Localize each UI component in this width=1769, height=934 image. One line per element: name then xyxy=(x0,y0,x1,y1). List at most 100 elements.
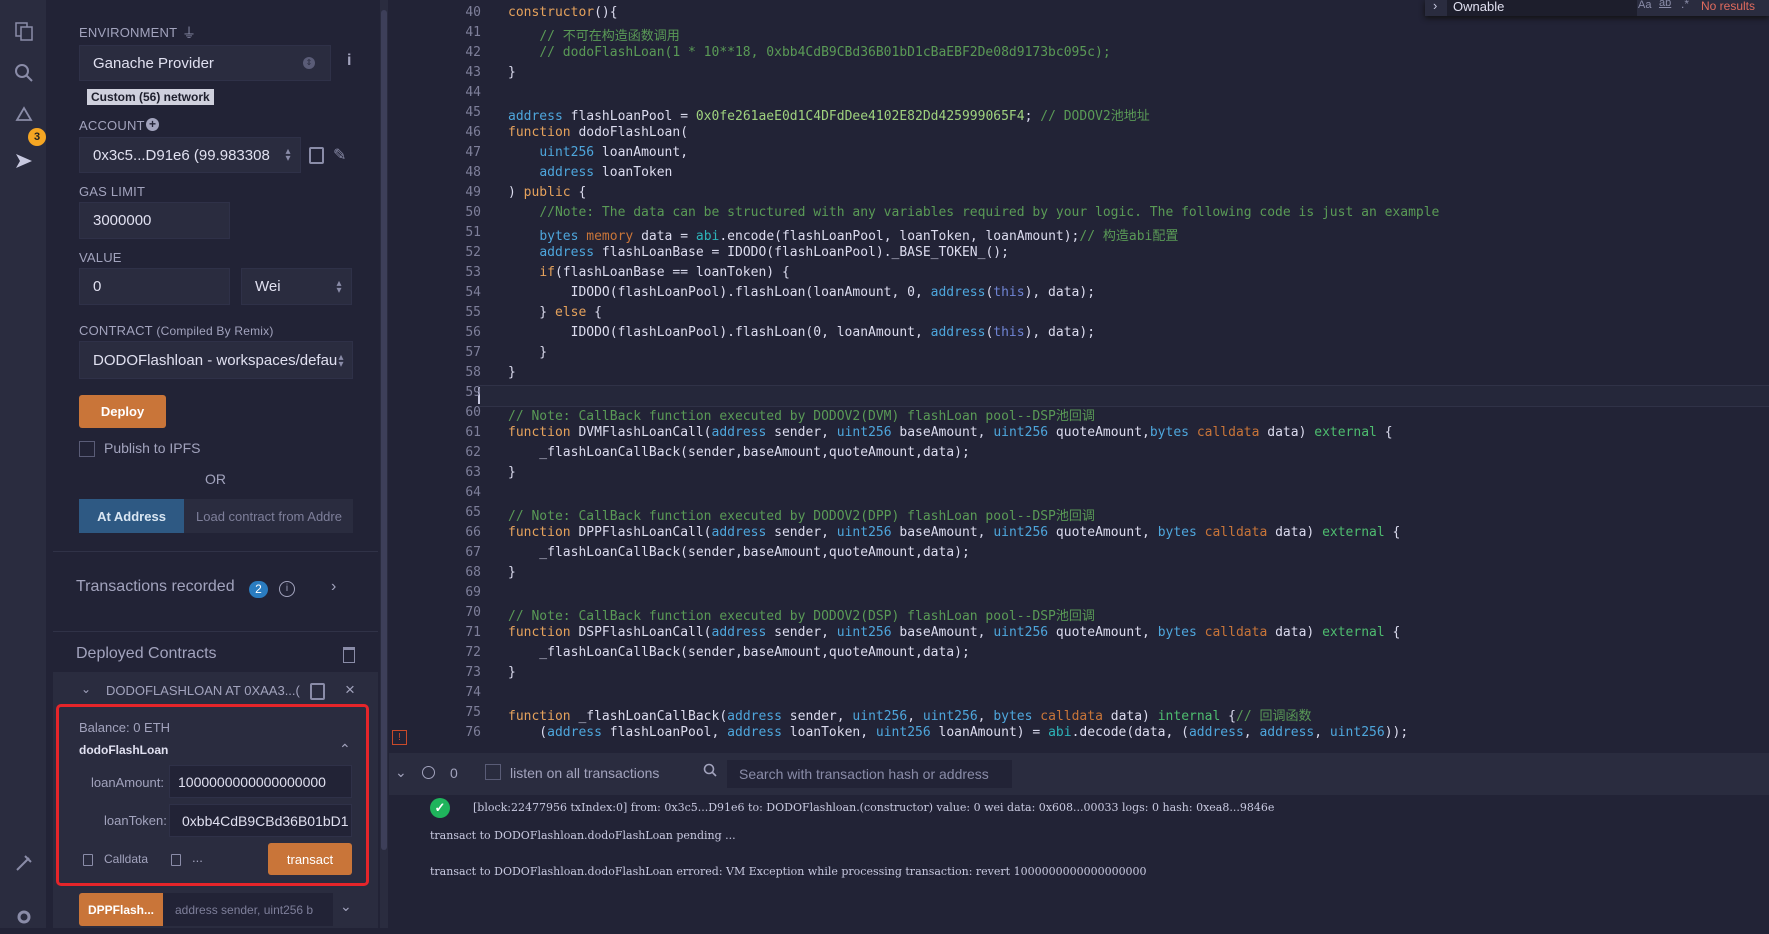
dppflash-params-input[interactable]: address sender, uint256 b xyxy=(163,893,333,926)
info-icon[interactable]: i xyxy=(347,52,351,70)
listen-checkbox[interactable] xyxy=(485,764,501,780)
gas-limit-input[interactable]: 3000000 xyxy=(79,202,230,239)
value-input[interactable]: 0 xyxy=(79,268,230,305)
copy-icon[interactable] xyxy=(309,147,324,164)
current-line-highlight xyxy=(478,385,1769,407)
code-line[interactable]: function dodoFlashLoan( xyxy=(508,125,688,140)
settings-icon[interactable] xyxy=(12,906,36,930)
code-line[interactable]: _flashLoanCallBack(sender,baseAmount,quo… xyxy=(508,545,969,560)
code-line[interactable]: } xyxy=(508,565,516,580)
code-line[interactable]: // Note: CallBack function executed by D… xyxy=(508,505,1095,524)
code-line[interactable]: } xyxy=(508,665,516,680)
code-line[interactable]: constructor(){ xyxy=(508,5,618,20)
code-line[interactable]: function DVMFlashLoanCall(address sender… xyxy=(508,425,1393,440)
find-input[interactable]: Ownable xyxy=(1447,0,1637,16)
info-icon[interactable]: i xyxy=(279,581,295,597)
find-widget: › Ownable Aa ab .* No results xyxy=(1425,0,1769,16)
terminal-search-input[interactable]: Search with transaction hash or address xyxy=(727,760,1012,788)
transactions-recorded-label[interactable]: Transactions recorded xyxy=(76,578,235,596)
trash-icon[interactable] xyxy=(343,647,355,663)
code-line[interactable]: address loanToken xyxy=(508,165,672,180)
code-line[interactable]: // Note: CallBack function executed by D… xyxy=(508,605,1095,624)
line-number: 67 xyxy=(465,545,481,560)
code-line[interactable]: function _flashLoanCallBack(address send… xyxy=(508,705,1311,724)
deploy-button[interactable]: Deploy xyxy=(79,395,166,428)
chevron-down-icon[interactable]: ⌄ xyxy=(340,898,352,915)
line-number: 48 xyxy=(465,165,481,180)
chevron-updown-icon: ▴ ▾ xyxy=(336,278,342,296)
panel-scrollbar[interactable] xyxy=(380,0,388,928)
check-circle-icon: ✓ xyxy=(430,798,450,818)
chevron-right-icon[interactable]: › xyxy=(331,578,336,596)
code-line[interactable]: } xyxy=(508,465,516,480)
code-line[interactable]: uint256 loanAmount, xyxy=(508,145,688,160)
contract-select[interactable]: DODOFlashloan - workspaces/defaul xyxy=(79,341,353,379)
line-number: 54 xyxy=(465,285,481,300)
clear-icon[interactable] xyxy=(422,766,435,779)
line-number: 40 xyxy=(465,5,481,20)
find-query: Ownable xyxy=(1453,0,1505,14)
line-number: 56 xyxy=(465,325,481,340)
chevron-down-icon[interactable]: ⌄ xyxy=(81,682,91,696)
close-icon[interactable]: × xyxy=(345,680,355,700)
environment-select[interactable]: Ganache Provider xyxy=(79,45,331,81)
code-line[interactable]: (address flashLoanPool, address loanToke… xyxy=(508,725,1408,740)
line-number: 75 xyxy=(465,705,481,720)
code-line[interactable]: _flashLoanCallBack(sender,baseAmount,quo… xyxy=(508,645,969,660)
at-address-input[interactable]: Load contract from Addre xyxy=(184,499,353,533)
at-address-button[interactable]: At Address xyxy=(79,499,184,533)
search-icon xyxy=(703,763,717,782)
code-line[interactable]: address flashLoanBase = IDODO(flashLoanP… xyxy=(508,245,1009,260)
deploy-run-icon[interactable] xyxy=(12,150,36,174)
line-number: 60 xyxy=(465,405,481,420)
line-number: 45 xyxy=(465,105,481,120)
code-line[interactable]: } xyxy=(508,365,516,380)
line-number: 71 xyxy=(465,625,481,640)
chevron-right-icon[interactable]: › xyxy=(1433,0,1437,13)
search-icon[interactable] xyxy=(12,62,36,86)
code-line[interactable]: IDODO(flashLoanPool).flashLoan(loanAmoun… xyxy=(508,285,1095,300)
code-line[interactable]: ) public { xyxy=(508,185,586,200)
code-line[interactable]: function DPPFlashLoanCall(address sender… xyxy=(508,525,1400,540)
line-number: 64 xyxy=(465,485,481,500)
code-line[interactable]: IDODO(flashLoanPool).flashLoan(0, loanAm… xyxy=(508,325,1095,340)
edit-icon[interactable]: ✎ xyxy=(333,145,346,165)
line-number: 53 xyxy=(465,265,481,280)
account-label: ACCOUNT xyxy=(79,118,145,133)
code-line[interactable]: function DSPFlashLoanCall(address sender… xyxy=(508,625,1400,640)
code-line[interactable]: //Note: The data can be structured with … xyxy=(508,205,1439,220)
code-line[interactable]: // 不可在构造函数调用 xyxy=(508,25,679,44)
tx-log-success[interactable]: [block:22477956 txIndex:0] from: 0x3c5..… xyxy=(473,801,1274,814)
copy-icon[interactable] xyxy=(310,683,325,700)
code-line[interactable]: address flashLoanPool = 0x0fe261aeE0d1C4… xyxy=(508,105,1150,124)
terminal-output: ✓ [block:22477956 txIndex:0] from: 0x3c5… xyxy=(389,795,1769,928)
code-line[interactable]: // dodoFlashLoan(1 * 10**18, 0xbb4CdB9CB… xyxy=(508,45,1110,60)
match-word-icon[interactable]: ab xyxy=(1659,0,1671,9)
plus-icon[interactable]: + xyxy=(146,118,159,131)
chevron-down-icon[interactable]: ⌄ xyxy=(395,764,407,781)
publish-ipfs-label: Publish to IPFS xyxy=(104,440,201,456)
file-explorer-icon[interactable] xyxy=(12,20,36,44)
line-number: 76 xyxy=(465,725,481,740)
line-number: 66 xyxy=(465,525,481,540)
regex-icon[interactable]: .* xyxy=(1681,0,1689,11)
code-line[interactable]: _flashLoanCallBack(sender,baseAmount,quo… xyxy=(508,445,969,460)
compiler-icon[interactable] xyxy=(12,104,36,128)
tx-log-pending: transact to DODOFlashloan.dodoFlashLoan … xyxy=(430,829,736,842)
line-number: 68 xyxy=(465,565,481,580)
publish-ipfs-checkbox[interactable] xyxy=(79,441,95,457)
code-line[interactable]: if(flashLoanBase == loanToken) { xyxy=(508,265,789,280)
dppflash-button[interactable]: DPPFlash... xyxy=(79,893,163,926)
account-select[interactable]: 0x3c5...D91e6 (99.983308 xyxy=(79,137,301,173)
plug-icon: ⏚ xyxy=(182,25,196,41)
environment-label: ENVIRONMENT xyxy=(79,25,178,40)
chevron-updown-icon: ▴ ▾ xyxy=(285,146,291,164)
code-line[interactable]: // Note: CallBack function executed by D… xyxy=(508,405,1095,424)
code-line[interactable]: } xyxy=(508,65,516,80)
match-case-icon[interactable]: Aa xyxy=(1638,0,1651,11)
code-line[interactable]: bytes memory data = abi.encode(flashLoan… xyxy=(508,225,1178,244)
contract-label: CONTRACT (Compiled By Remix) xyxy=(79,323,274,338)
plug-icon[interactable] xyxy=(12,852,36,876)
code-line[interactable]: } xyxy=(508,345,547,360)
code-line[interactable]: } else { xyxy=(508,305,602,320)
